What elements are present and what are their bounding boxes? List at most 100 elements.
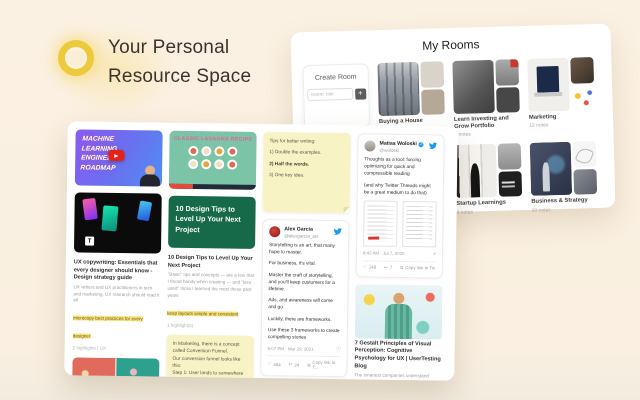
document-thumbnail[interactable]: [363, 200, 398, 247]
tweet-footer: ♡ 494 ↩ 24 ⧉ Copy link to T...: [267, 355, 341, 371]
person-head: [393, 292, 405, 304]
copy-link-label: Copy link to Tw: [405, 265, 436, 271]
tweet-timestamp: 8:42 AM · Jul 7, 2020: [362, 250, 405, 257]
ux-article-caption[interactable]: UX copywriting: Essentials that every de…: [73, 259, 161, 352]
tweet-paragraph: (and why Twitter Threads might be a grea…: [363, 182, 431, 197]
room-photo: [454, 144, 497, 199]
page-title-line1: Your Personal: [108, 37, 230, 58]
article-highlight: microcopy best practices for every desig…: [72, 315, 143, 339]
presenter-body: [139, 174, 161, 187]
article-snippet: The smartest companies understand psycho…: [354, 372, 429, 380]
reply-stat[interactable]: ↩ 24: [289, 361, 300, 367]
article-highlight-row: microcopy best practices for every desig…: [72, 307, 160, 344]
poster-graphic: [101, 205, 119, 232]
add-room-button[interactable]: +: [354, 87, 366, 100]
recipe-step-icon: [201, 146, 212, 157]
room-photo: [495, 86, 520, 113]
tweet-author-handle: @alexgarcia_atx: [284, 233, 319, 239]
avatar: [364, 140, 376, 152]
presenter-photo: [139, 165, 161, 187]
note-title: Tips for better writing:: [269, 139, 316, 145]
video-progress-bar[interactable]: [168, 183, 256, 190]
note-line: 2) Half the words.: [269, 161, 310, 168]
article-snippet: UX writers and UX practitioners in tech …: [73, 284, 160, 303]
room-collage: [454, 143, 523, 199]
room-photo: [529, 142, 572, 197]
recipe-step-icon: [214, 146, 225, 157]
twitter-icon: [333, 228, 342, 235]
room-photo: [420, 61, 445, 88]
article-highlight: keep layouts simple and consistent: [167, 310, 239, 317]
room-photo: [495, 59, 520, 86]
room-photo: [377, 61, 420, 117]
tweet-attachments: [363, 200, 437, 248]
design-tips-cover-card[interactable]: 10 Design Tips to Level Up Your Next Pro…: [168, 195, 256, 249]
create-room-card[interactable]: Create Room +: [302, 63, 371, 130]
room-note-count: 12 notes: [529, 122, 549, 130]
article-snippet: "Basic" tips and concepts — are a few th…: [167, 271, 255, 298]
design-article-caption[interactable]: 10 Design Tips to Level Up Your Next Pro…: [167, 255, 255, 329]
tweet-body: Thoughts as a tool: forcing optimizing f…: [364, 156, 438, 197]
gestalt-article[interactable]: 7 Gestalt Principles of Visual Perceptio…: [353, 284, 443, 381]
room-title-input[interactable]: [306, 87, 353, 102]
board-column-3: Tips for better writing: 1) Double the e…: [260, 132, 351, 378]
youtube-play-icon[interactable]: [108, 149, 125, 162]
reply-stat[interactable]: ↩ 7: [384, 265, 392, 271]
copy-link-action[interactable]: ⧉ Copy link to T...: [307, 360, 340, 370]
article-title: UX copywriting: Essentials that every de…: [73, 259, 158, 282]
create-room-row: +: [306, 87, 366, 102]
copy-link-action[interactable]: ⧉ Copy link to Tw: [400, 265, 435, 270]
room-photo: [527, 57, 570, 112]
like-stat[interactable]: ♡ 148: [363, 264, 376, 270]
tweet-author: Alex Garcia @alexgarcia_atx: [284, 226, 329, 239]
room-collage: [529, 141, 598, 197]
document-thumbnail[interactable]: [402, 200, 437, 248]
poster-graphic: [82, 197, 98, 221]
tweet-author-name: Matias Woloski ✓: [379, 141, 424, 148]
room-photo: [497, 143, 522, 170]
article-highlight-row: keep layouts simple and consistent: [167, 301, 254, 320]
note-text: In Marketing, there is a concept called …: [172, 341, 244, 380]
reply-icon: ↩: [384, 264, 388, 270]
lasagna-recipe-card[interactable]: CLASSIC LASAGNA RECIPE: [168, 130, 257, 190]
board-column-2: CLASSIC LASAGNA RECIPE 10 Design Tips to…: [166, 130, 257, 381]
recipe-step-icon: [227, 159, 238, 170]
tweet-header: Matias Woloski ✓ @woloski: [364, 140, 438, 154]
brand-header: Your Personal Resource Space: [58, 33, 251, 92]
tweet-card-alex-garcia[interactable]: Alex Garcia @alexgarcia_atx Storytelling…: [260, 219, 350, 378]
food-comparison-image[interactable]: [71, 357, 160, 381]
marketing-funnel-note[interactable]: In Marketing, there is a concept called …: [166, 334, 254, 381]
article-title: 7 Gestalt Principles of Visual Perceptio…: [354, 340, 441, 370]
twitter-icon: [428, 142, 438, 150]
room-photo: [572, 141, 597, 168]
room-tile-learn-investing[interactable]: Learn Investing and Grow Portfolio 7 not…: [452, 59, 520, 138]
food-panel-left: [71, 357, 116, 381]
ux-article-image[interactable]: T: [73, 192, 162, 254]
writing-tips-note[interactable]: Tips for better writing: 1) Double the e…: [262, 132, 351, 214]
room-tile-startup-learnings[interactable]: Startup Learnings 4 notes: [454, 143, 523, 216]
room-photo: [570, 57, 595, 84]
like-stat[interactable]: ♡ 494: [267, 361, 280, 367]
room-photo: [570, 84, 595, 111]
note-line: 3) One key idea.: [269, 173, 305, 179]
tweet-paragraph: Use these 3 frameworks to create compell…: [267, 327, 340, 341]
link-icon: ⧉: [307, 362, 311, 368]
room-tile-marketing[interactable]: Marketing 12 notes: [527, 57, 595, 136]
tweet-paragraph: Master the craft of storytelling, and yo…: [268, 272, 335, 293]
copy-link-label: Copy link to T...: [312, 359, 336, 370]
reply-icon: ↩: [288, 361, 293, 367]
reply-count: 24: [294, 362, 300, 368]
tweet-timestamp-row: 9:07 PM · Mar 29, 2021 ⓘ: [268, 345, 341, 352]
resource-board: MACHINE LEARNING ENGINEER ROADMAP T UX c…: [64, 121, 458, 381]
tweet-author: Matias Woloski ✓ @woloski: [379, 141, 424, 154]
youtube-video-card[interactable]: MACHINE LEARNING ENGINEER ROADMAP: [74, 129, 163, 187]
reply-count: 7: [389, 265, 393, 271]
room-note-count: 10 notes: [531, 207, 551, 214]
room-tile-business-strategy[interactable]: Business & Strategy 10 notes: [529, 141, 598, 214]
video-progress-fill: [168, 183, 194, 190]
tweet-card-matias-woloski[interactable]: Matias Woloski ✓ @woloski Thoughts as a …: [355, 133, 445, 279]
article-meta: 2 highlights | UX: [72, 345, 107, 352]
room-photo: [420, 88, 445, 115]
recipe-step-icon: [214, 159, 225, 170]
share-icon: ↗: [432, 251, 437, 257]
